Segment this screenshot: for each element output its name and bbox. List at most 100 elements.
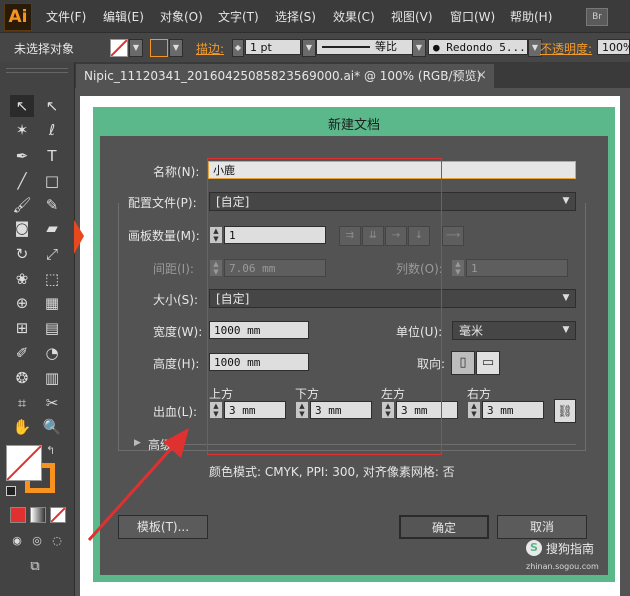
shape-builder-tool-icon[interactable]: ⊕ [10, 292, 34, 314]
none-swatch-icon [110, 39, 128, 57]
menu-type[interactable]: 文字(T) [218, 8, 259, 25]
draw-inside-icon[interactable]: ◌ [48, 530, 66, 552]
spacing-label: 间距(I): [153, 262, 194, 276]
stroke-profile-dropdown[interactable]: ▼ [412, 39, 426, 57]
bleed-right-input[interactable]: 3 mm [482, 401, 544, 419]
watermark-text: 搜狗指南 [546, 542, 595, 556]
hand-tool-icon[interactable]: ✋ [10, 416, 34, 438]
free-transform-tool-icon[interactable]: ⬚ [40, 268, 64, 290]
columns-stepper-icon: ▲ ▼ [452, 260, 464, 276]
none-fill-icon [6, 445, 42, 481]
color-mode-info: 颜色模式: CMYK, PPI: 300, 对齐像素网格: 否 [209, 465, 455, 479]
swap-colors-icon[interactable]: ↰ [46, 444, 55, 457]
none-mode-icon[interactable] [50, 507, 66, 523]
opacity-field[interactable]: 100% [597, 39, 630, 55]
landscape-icon[interactable]: ▭ [476, 351, 500, 375]
stroke-dropdown[interactable]: ▼ [169, 39, 183, 57]
column-graph-tool-icon[interactable]: ▥ [40, 367, 64, 389]
name-label: 名称(N): [153, 165, 200, 179]
cancel-button[interactable]: 取消 [497, 515, 587, 539]
annotation-highlight-box [207, 158, 442, 455]
menu-help[interactable]: 帮助(H) [510, 8, 552, 25]
bridge-button[interactable]: Br [586, 8, 608, 26]
menu-file[interactable]: 文件(F) [46, 8, 86, 25]
menu-edit[interactable]: 编辑(E) [103, 8, 144, 25]
menu-object[interactable]: 对象(O) [160, 8, 203, 25]
rectangle-tool-icon[interactable]: □ [40, 170, 64, 192]
eraser-tool-icon[interactable]: ▰ [40, 217, 64, 239]
pencil-tool-icon[interactable]: ✎ [40, 194, 64, 216]
sogou-logo-icon: S [526, 540, 542, 556]
size-label: 大小(S): [153, 293, 199, 307]
selection-tool-icon[interactable]: ↖ [10, 95, 34, 117]
symbol-sprayer-tool-icon[interactable]: ❂ [10, 367, 34, 389]
fill-dropdown[interactable]: ▼ [129, 39, 143, 57]
stroke-label[interactable]: 描边: [196, 40, 224, 57]
scale-tool-icon[interactable]: ⤢ [40, 243, 64, 265]
link-bleed-icon[interactable]: ⛓ [554, 399, 576, 423]
gradient-mode-icon[interactable] [30, 507, 46, 523]
bleed-right-stepper-icon[interactable]: ▲ ▼ [468, 402, 480, 418]
magic-wand-tool-icon[interactable]: ✶ [10, 119, 34, 141]
stroke-profile-line-icon [322, 46, 370, 48]
perspective-grid-tool-icon[interactable]: ▦ [40, 292, 64, 314]
rotate-tool-icon[interactable]: ↻ [10, 243, 34, 265]
width-label: 宽度(W): [153, 325, 203, 339]
annotation-arrow-icon [87, 428, 189, 542]
type-tool-icon[interactable]: T [40, 145, 64, 167]
menu-view[interactable]: 视图(V) [391, 8, 433, 25]
default-colors-icon[interactable] [6, 486, 16, 496]
slice-tool-icon[interactable]: ✂ [40, 392, 64, 414]
profile-dropdown-icon[interactable]: ▼ [559, 193, 573, 210]
screen-mode-icon[interactable]: ⧉ [22, 556, 48, 578]
close-tab-icon[interactable]: × [476, 64, 490, 88]
portrait-icon[interactable]: ▯ [451, 351, 475, 375]
stroke-weight-dropdown[interactable]: ▼ [302, 39, 316, 57]
right-to-left-icon: ⟶ [442, 226, 464, 246]
panel-grip[interactable] [6, 68, 68, 73]
menu-window[interactable]: 窗口(W) [450, 8, 495, 25]
units-dropdown-icon[interactable]: ▼ [559, 322, 573, 339]
menu-effect[interactable]: 效果(C) [333, 8, 375, 25]
document-tab[interactable]: Nipic_11120341_20160425085823569000.ai* … [76, 64, 494, 88]
size-dropdown-icon[interactable]: ▼ [559, 290, 573, 307]
warp-tool-icon[interactable]: ❀ [10, 268, 34, 290]
paintbrush-tool-icon[interactable]: 🖌 [10, 194, 34, 216]
stroke-swatch[interactable] [150, 39, 168, 57]
none-slash-icon [50, 507, 66, 523]
zoom-tool-icon[interactable]: 🔍 [40, 416, 64, 438]
mesh-tool-icon[interactable]: ⊞ [10, 317, 34, 339]
ok-button[interactable]: 确定 [399, 515, 489, 539]
blob-brush-tool-icon[interactable]: ◙ [10, 217, 34, 239]
bleed-label: 出血(L): [153, 405, 198, 419]
fill-color-icon[interactable] [6, 445, 42, 481]
profile-label: 配置文件(P): [128, 194, 201, 211]
line-tool-icon[interactable]: ╱ [10, 170, 34, 192]
gradient-tool-icon[interactable]: ▤ [40, 317, 64, 339]
pen-tool-icon[interactable]: ✒ [10, 145, 34, 167]
watermark-url: zhinan.sogou.com [526, 562, 599, 571]
stroke-profile-select[interactable]: 等比 [316, 39, 420, 55]
opacity-label[interactable]: 不透明度: [540, 40, 592, 57]
color-mode-icon[interactable] [10, 507, 26, 523]
artwork-fragment [74, 220, 84, 254]
dialog-title: 新建文档 [327, 118, 380, 133]
stroke-profile-label: 等比 [375, 40, 397, 53]
lasso-tool-icon[interactable]: ℓ [40, 119, 64, 141]
fill-swatch[interactable] [110, 39, 128, 57]
stroke-weight-field[interactable]: 1 pt [245, 39, 301, 55]
app-logo: Ai [4, 3, 32, 31]
menu-select[interactable]: 选择(S) [275, 8, 316, 25]
units-select[interactable]: 毫米 [452, 321, 576, 340]
artboards-label: 画板数量(M): [128, 229, 200, 243]
blend-tool-icon[interactable]: ◔ [40, 342, 64, 364]
stroke-stepper[interactable]: ◆ [232, 39, 244, 57]
direct-selection-tool-icon[interactable]: ↖ [40, 95, 64, 117]
brush-field[interactable]: ● Redondo 5... [428, 39, 528, 55]
selection-status: 未选择对象 [14, 42, 75, 56]
draw-normal-icon[interactable]: ◉ [8, 530, 26, 552]
draw-behind-icon[interactable]: ◎ [28, 530, 46, 552]
columns-input: 1 [466, 259, 568, 277]
artboard-tool-icon[interactable]: ⌗ [10, 392, 34, 414]
eyedropper-tool-icon[interactable]: ✐ [10, 342, 34, 364]
